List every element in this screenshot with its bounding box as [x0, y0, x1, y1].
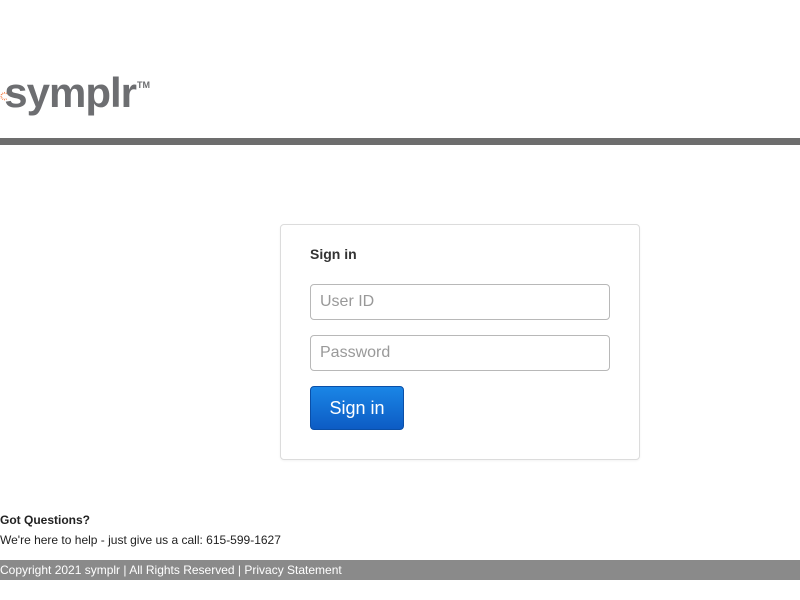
help-text: We're here to help - just give us a call…	[0, 533, 281, 547]
footer-bar: Copyright 2021 symplr | All Rights Reser…	[0, 560, 800, 580]
footer-separator: |	[120, 563, 130, 577]
rights-text: All Rights Reserved	[129, 563, 235, 577]
copyright-text: Copyright 2021 symplr	[0, 563, 121, 577]
sign-in-button[interactable]: Sign in	[310, 386, 404, 430]
sign-in-heading: Sign in	[310, 246, 357, 262]
brand-wordmark: symplr	[4, 69, 137, 116]
help-heading: Got Questions?	[0, 513, 90, 527]
footer-separator-2: |	[234, 563, 245, 577]
sign-in-panel: Sign in Sign in	[280, 224, 640, 460]
trademark-mark: TM	[137, 80, 150, 90]
brand-logo: symplr TM	[0, 72, 150, 120]
header-divider	[0, 138, 800, 145]
privacy-statement-link[interactable]: Privacy Statement	[244, 563, 341, 577]
user-id-input[interactable]	[310, 284, 610, 320]
password-input[interactable]	[310, 335, 610, 371]
